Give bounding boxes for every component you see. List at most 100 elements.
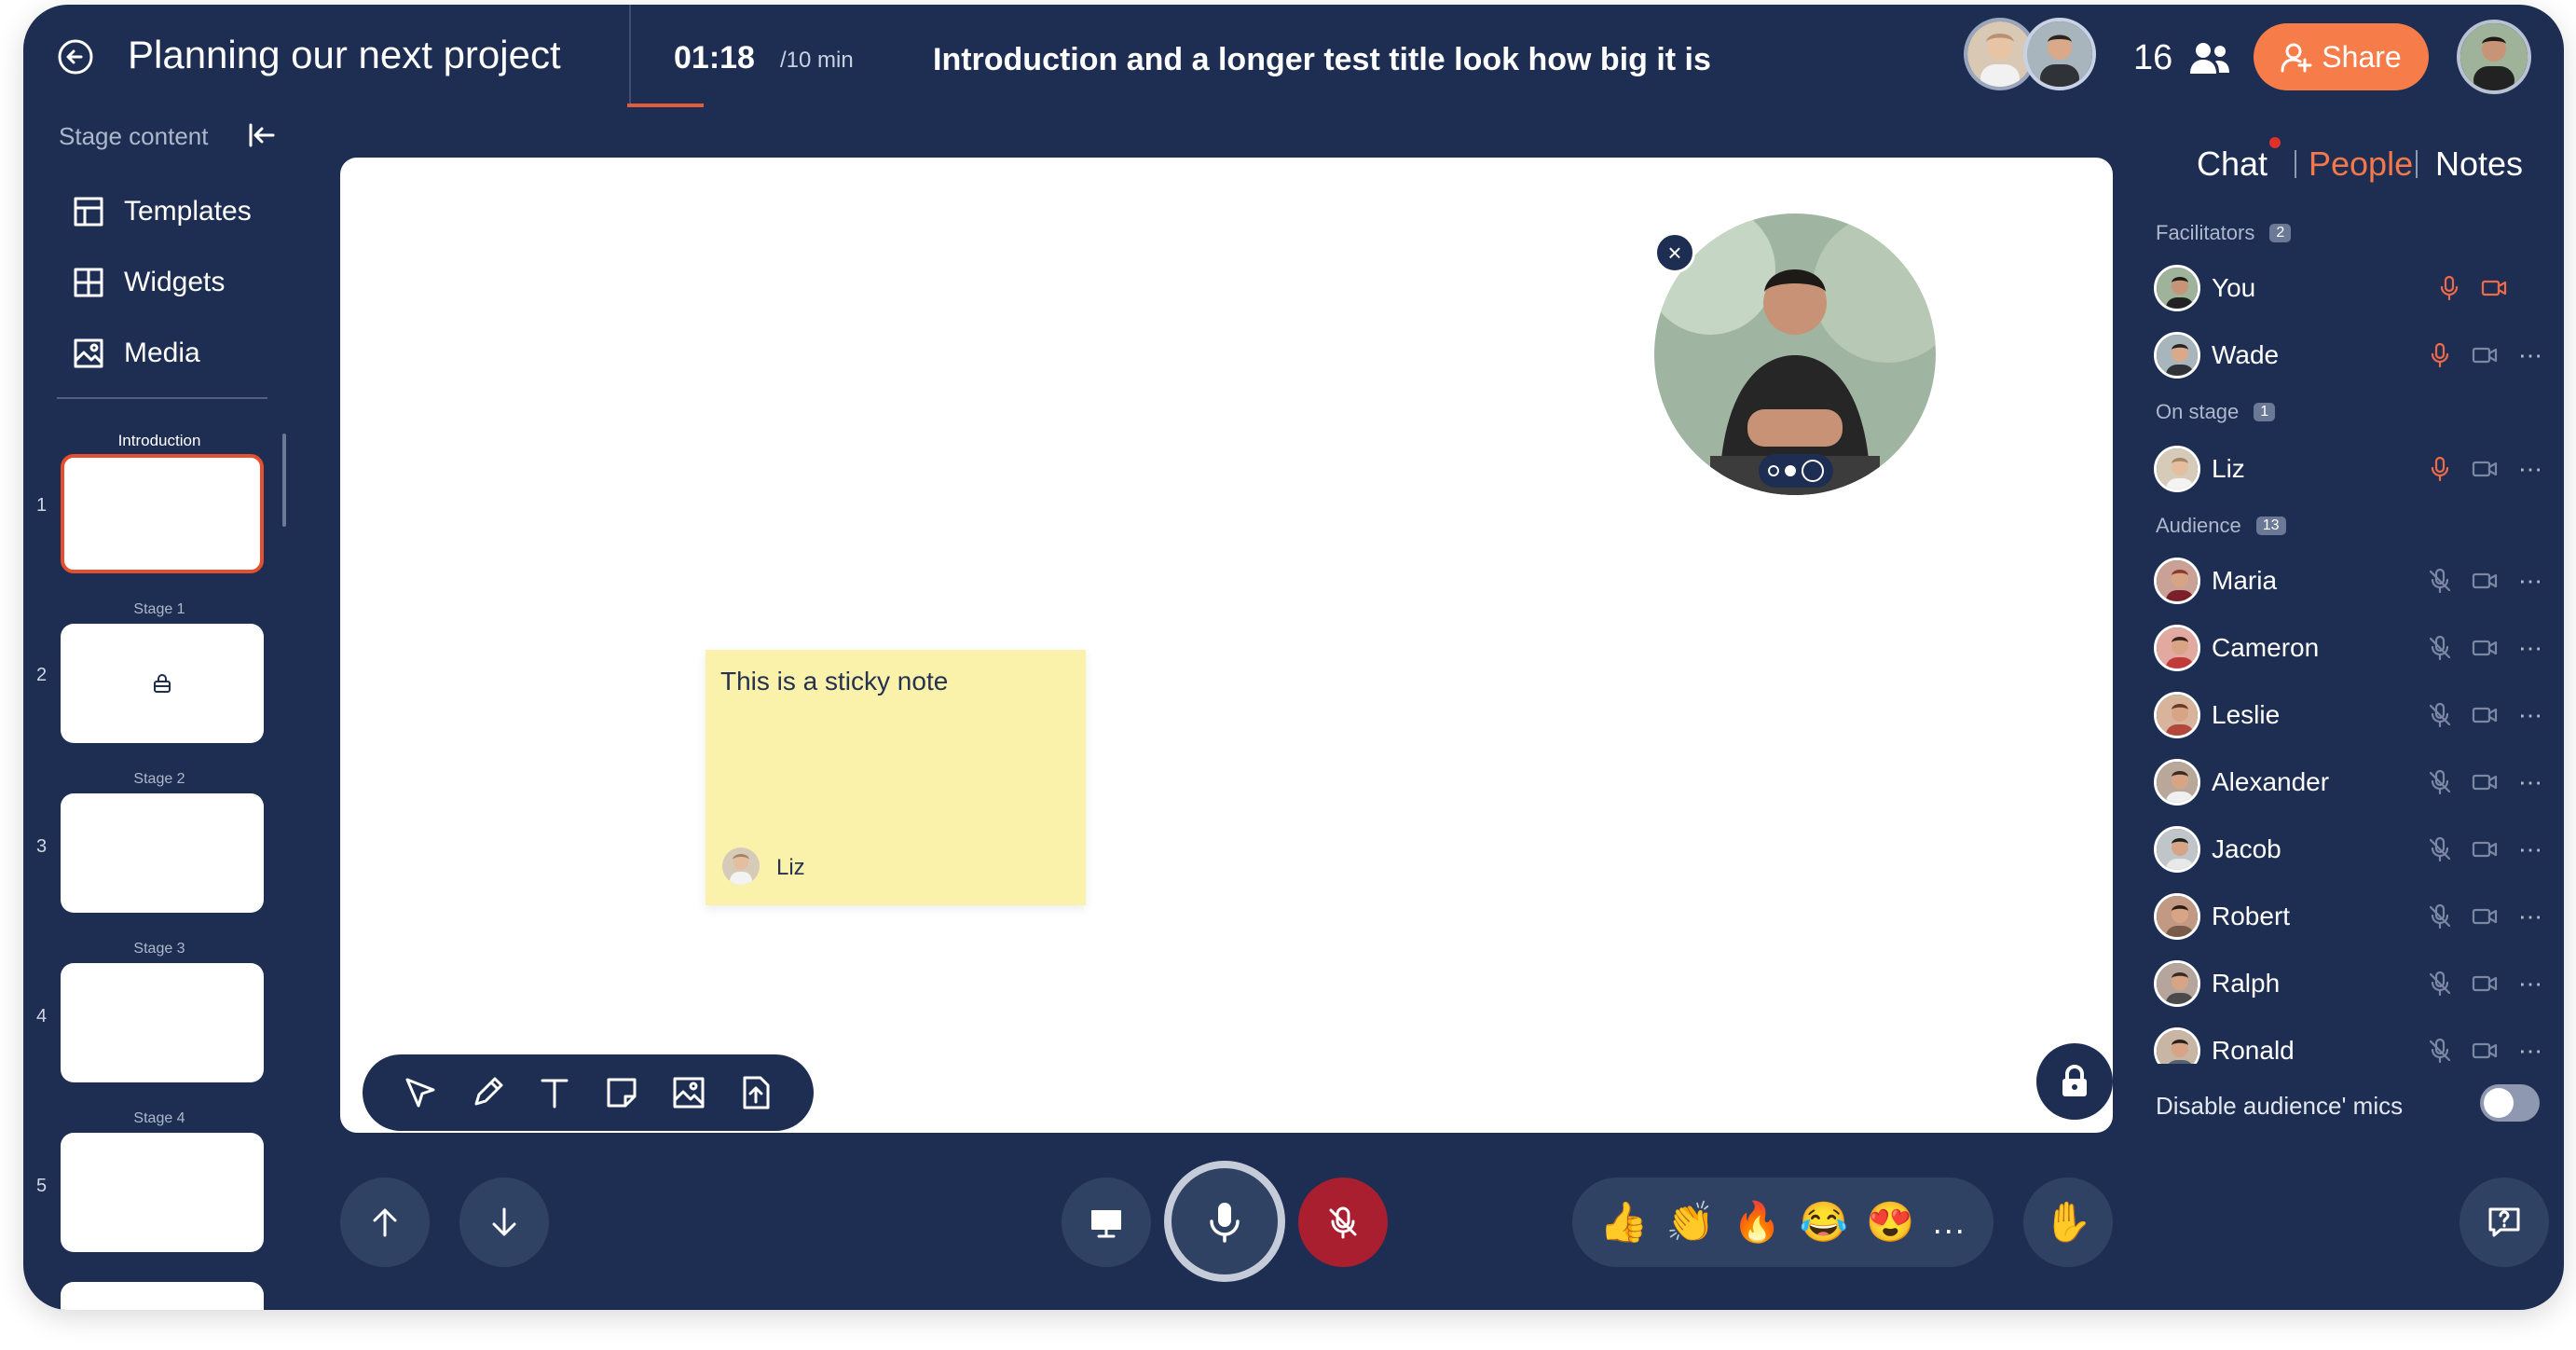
participant-row[interactable]: Maria ⋯ bbox=[2154, 555, 2545, 607]
image-tool-icon[interactable] bbox=[668, 1072, 709, 1113]
stage-thumbnail[interactable] bbox=[61, 793, 264, 913]
microphone-off-icon[interactable] bbox=[2426, 835, 2454, 863]
menu-item-label: Media bbox=[124, 338, 200, 368]
more-options-icon[interactable]: ⋯ bbox=[2515, 634, 2545, 662]
more-options-icon[interactable]: ⋯ bbox=[2515, 567, 2545, 595]
microphone-off-icon[interactable] bbox=[2426, 634, 2454, 662]
participant-avatar bbox=[2154, 625, 2200, 671]
camera-icon[interactable] bbox=[2480, 274, 2508, 302]
pen-tool-icon[interactable] bbox=[467, 1072, 508, 1113]
participant-name: Wade bbox=[2212, 340, 2280, 369]
stage-thumbnail[interactable] bbox=[61, 1282, 264, 1310]
more-options-icon[interactable]: ⋯ bbox=[2515, 970, 2545, 998]
camera-icon[interactable] bbox=[2471, 341, 2499, 369]
my-avatar[interactable] bbox=[2457, 20, 2531, 94]
participant-row[interactable]: You bbox=[2154, 262, 2545, 314]
screen-share-button[interactable] bbox=[1062, 1178, 1151, 1267]
tab-chat[interactable]: Chat bbox=[2197, 145, 2268, 184]
participant-row[interactable]: Cameron ⋯ bbox=[2154, 622, 2545, 674]
tab-notes[interactable]: Notes bbox=[2435, 145, 2523, 184]
microphone-off-icon[interactable] bbox=[2426, 902, 2454, 930]
camera-icon[interactable] bbox=[2471, 1037, 2499, 1064]
next-stage-button[interactable] bbox=[459, 1178, 549, 1267]
close-video-icon[interactable]: × bbox=[1654, 232, 1695, 273]
presenter-video[interactable] bbox=[1654, 214, 1936, 495]
participant-row[interactable]: Leslie ⋯ bbox=[2154, 689, 2545, 741]
camera-icon[interactable] bbox=[2471, 634, 2499, 662]
help-button[interactable] bbox=[2460, 1178, 2549, 1267]
reaction-thumbs-up[interactable]: 👍 bbox=[1599, 1203, 1648, 1242]
microphone-icon[interactable] bbox=[2435, 274, 2463, 302]
more-options-icon[interactable]: ⋯ bbox=[2515, 455, 2545, 483]
participant-name: Leslie bbox=[2212, 700, 2281, 729]
microphone-button[interactable] bbox=[1164, 1161, 1285, 1282]
participant-row[interactable]: Alexander ⋯ bbox=[2154, 756, 2545, 808]
side-divider bbox=[57, 397, 267, 399]
text-tool-icon[interactable] bbox=[534, 1072, 575, 1113]
timer-progress bbox=[627, 103, 704, 107]
more-options-icon[interactable]: ⋯ bbox=[2515, 701, 2545, 729]
microphone-icon[interactable] bbox=[2426, 455, 2454, 483]
reaction-heart-eyes[interactable]: 😍 bbox=[1866, 1203, 1914, 1242]
participant-row[interactable]: Ralph ⋯ bbox=[2154, 957, 2545, 1010]
previous-stage-button[interactable] bbox=[340, 1178, 430, 1267]
stage-thumbnail[interactable] bbox=[61, 624, 264, 743]
participant-row[interactable]: Liz ⋯ bbox=[2154, 443, 2545, 495]
menu-item-media[interactable]: Media bbox=[72, 325, 200, 381]
reaction-laugh[interactable]: 😂 bbox=[1800, 1203, 1848, 1242]
more-options-icon[interactable]: ⋯ bbox=[2515, 768, 2545, 796]
share-button[interactable]: Share bbox=[2254, 23, 2429, 90]
microphone-off-icon[interactable] bbox=[2426, 567, 2454, 595]
stage-thumbnail[interactable] bbox=[61, 1133, 264, 1252]
exit-icon[interactable] bbox=[55, 36, 96, 77]
sticky-note-tool-icon[interactable] bbox=[601, 1072, 642, 1113]
microphone-off-icon[interactable] bbox=[2426, 970, 2454, 998]
participant-name: Ronald bbox=[2212, 1036, 2295, 1064]
upload-tool-icon[interactable] bbox=[735, 1072, 776, 1113]
reaction-clap[interactable]: 👏 bbox=[1666, 1203, 1715, 1242]
camera-icon[interactable] bbox=[2471, 701, 2499, 729]
participant-name: You bbox=[2212, 273, 2256, 302]
menu-item-templates[interactable]: Templates bbox=[72, 184, 252, 240]
participant-row[interactable]: Wade ⋯ bbox=[2154, 329, 2545, 381]
reaction-fire[interactable]: 🔥 bbox=[1733, 1203, 1781, 1242]
more-reactions-button[interactable]: ... bbox=[1933, 1203, 1966, 1242]
more-options-icon[interactable]: ⋯ bbox=[2515, 1037, 2545, 1064]
participant-avatar bbox=[2154, 446, 2200, 492]
more-options-icon[interactable]: ⋯ bbox=[2515, 341, 2545, 369]
arrow-down-icon bbox=[492, 1207, 516, 1236]
camera-icon[interactable] bbox=[2471, 567, 2499, 595]
stage-canvas[interactable]: × This is a sticky note Liz bbox=[340, 158, 2113, 1133]
select-tool-icon[interactable] bbox=[400, 1072, 441, 1113]
more-options-icon[interactable]: ⋯ bbox=[2515, 902, 2545, 930]
camera-icon[interactable] bbox=[2471, 902, 2499, 930]
camera-icon[interactable] bbox=[2471, 970, 2499, 998]
disable-mics-toggle[interactable] bbox=[2480, 1084, 2540, 1122]
stage-thumbnail[interactable] bbox=[61, 963, 264, 1082]
menu-item-widgets[interactable]: Widgets bbox=[72, 255, 225, 310]
camera-icon[interactable] bbox=[2471, 835, 2499, 863]
lock-canvas-button[interactable] bbox=[2036, 1043, 2113, 1120]
stage-list-scrollbar[interactable] bbox=[282, 434, 286, 527]
sticky-note[interactable]: This is a sticky note Liz bbox=[706, 650, 1086, 905]
participant-row[interactable]: Jacob ⋯ bbox=[2154, 823, 2545, 875]
tab-people[interactable]: People bbox=[2309, 145, 2413, 184]
mute-all-button[interactable] bbox=[1298, 1178, 1388, 1267]
microphone-off-icon[interactable] bbox=[2426, 701, 2454, 729]
microphone-icon[interactable] bbox=[2426, 341, 2454, 369]
participant-row[interactable]: Ronald ⋯ bbox=[2154, 1025, 2545, 1064]
microphone-off-icon[interactable] bbox=[2426, 1037, 2454, 1064]
video-layout-toggle[interactable] bbox=[1759, 454, 1833, 488]
microphone-off-icon[interactable] bbox=[2426, 768, 2454, 796]
stage-thumbnail[interactable] bbox=[61, 454, 264, 573]
layout-dot-icon bbox=[1785, 465, 1796, 476]
audience-list[interactable]: Maria ⋯ Cameron ⋯ Leslie ⋯ Alexander ⋯ Jacob ⋯ Rob… bbox=[2148, 545, 2558, 1064]
header-avatar[interactable] bbox=[2023, 18, 2096, 90]
raise-hand-button[interactable]: ✋ bbox=[2023, 1178, 2113, 1267]
camera-icon[interactable] bbox=[2471, 768, 2499, 796]
collapse-panel-icon[interactable] bbox=[247, 120, 277, 150]
camera-icon[interactable] bbox=[2471, 455, 2499, 483]
more-options-icon[interactable]: ⋯ bbox=[2515, 835, 2545, 863]
menu-item-label: Templates bbox=[124, 196, 252, 227]
participant-row[interactable]: Robert ⋯ bbox=[2154, 890, 2545, 943]
